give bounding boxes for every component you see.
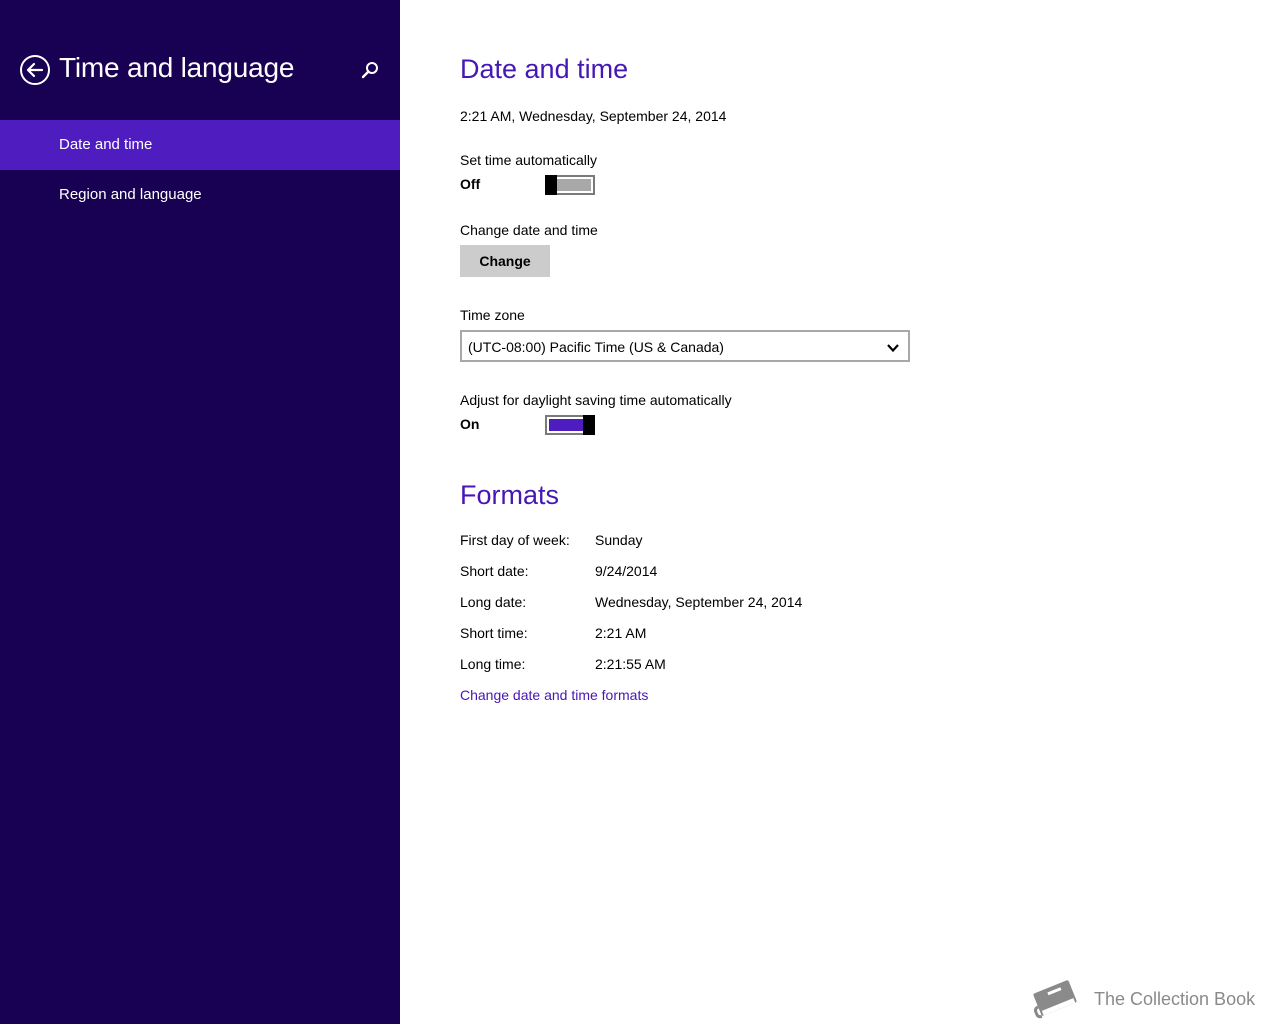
sidebar: Time and language Date and time Region a… [0,0,400,1024]
long-time-label: Long time: [460,656,526,672]
long-date-label: Long date: [460,594,527,610]
set-time-auto-label: Set time automatically [460,152,597,168]
dst-state: On [460,416,480,432]
set-time-auto-toggle[interactable] [545,175,595,195]
date-time-heading: Date and time [460,54,629,84]
back-arrow-icon[interactable] [19,54,51,86]
main-content: Date and time 2:21 AM, Wednesday, Septem… [400,0,1280,1024]
time-zone-label: Time zone [460,307,525,323]
watermark-text: The Collection Book [1094,989,1256,1009]
sidebar-title: Time and language [59,52,295,83]
short-date-value: 9/24/2014 [595,563,658,579]
time-zone-dropdown[interactable]: (UTC-08:00) Pacific Time (US & Canada) [460,330,910,362]
change-date-time-label: Change date and time [460,222,598,238]
set-time-auto-state: Off [460,176,481,192]
long-time-value: 2:21:55 AM [595,656,666,672]
short-time-value: 2:21 AM [595,625,647,641]
watermark: The Collection Book [1028,972,1280,1024]
search-icon[interactable] [360,60,380,80]
sidebar-item-region-and-language[interactable]: Region and language [0,170,400,220]
first-day-value: Sunday [595,532,643,548]
first-day-label: First day of week: [460,532,570,548]
dst-label: Adjust for daylight saving time automati… [460,392,732,408]
time-zone-value: (UTC-08:00) Pacific Time (US & Canada) [468,339,724,355]
short-date-label: Short date: [460,563,529,579]
short-time-label: Short time: [460,625,528,641]
formats-heading: Formats [460,480,560,510]
change-button[interactable]: Change [460,245,550,277]
change-formats-link[interactable]: Change date and time formats [460,687,648,703]
long-date-value: Wednesday, September 24, 2014 [595,594,803,610]
sidebar-item-date-and-time[interactable]: Date and time [0,120,400,170]
chevron-down-icon [886,341,900,353]
book-icon [1028,974,1082,1022]
current-date-time: 2:21 AM, Wednesday, September 24, 2014 [460,108,727,124]
dst-toggle[interactable] [545,415,595,435]
